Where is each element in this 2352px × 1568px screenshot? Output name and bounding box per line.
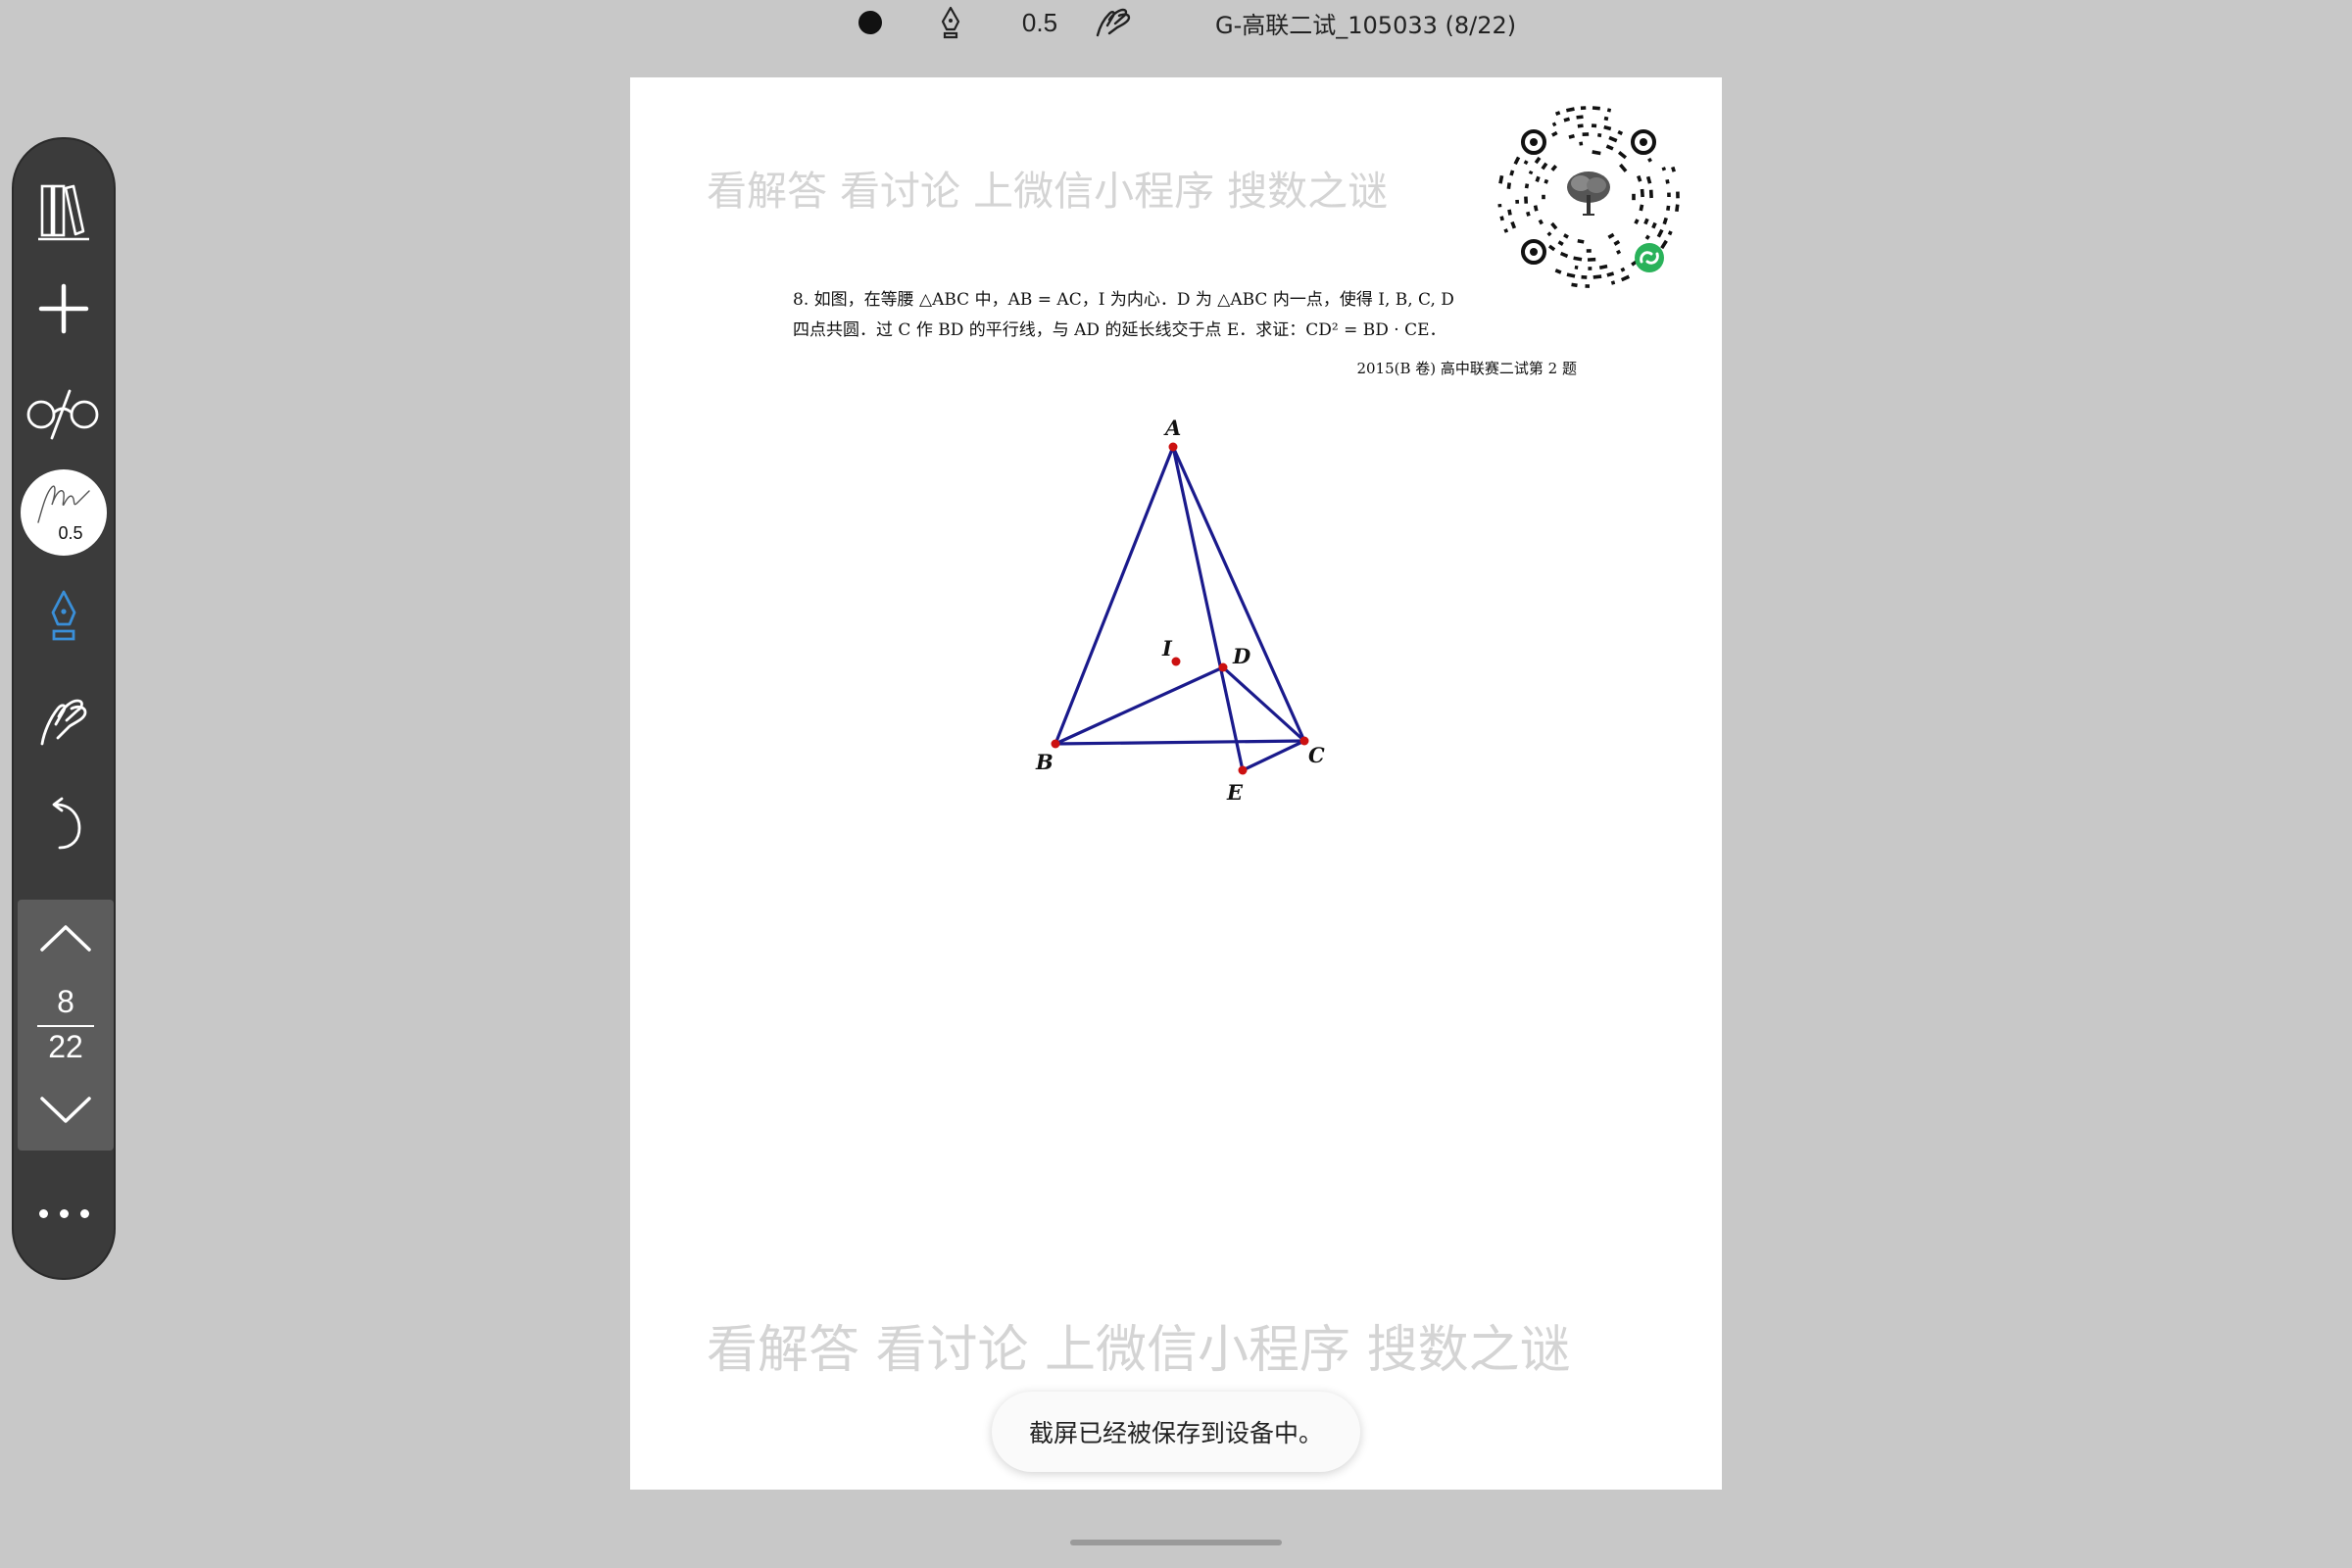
brush-size-button[interactable]: 0.5 (14, 468, 114, 557)
point-I (1171, 657, 1181, 666)
fountain-pen-icon (51, 590, 76, 641)
pen-button[interactable] (14, 572, 114, 661)
previous-page-button[interactable] (18, 909, 114, 966)
books-icon (38, 184, 89, 241)
more-options-button[interactable] (14, 1168, 114, 1256)
point-D (1218, 662, 1228, 672)
label-D: D (1232, 644, 1251, 668)
geometry-figure: A B C D E I (1035, 416, 1325, 805)
sidebar: 0.5 8 22 (12, 137, 116, 1280)
next-page-button[interactable] (18, 1082, 114, 1139)
toast-text: 截屏已经被保存到设备中。 (1028, 1419, 1323, 1447)
label-C: C (1308, 743, 1325, 767)
segment-AE (1171, 445, 1245, 772)
hand-draw-button[interactable] (14, 676, 114, 764)
home-indicator[interactable] (1070, 1540, 1282, 1545)
view-mode-button[interactable] (14, 368, 114, 457)
filled-circle-icon (858, 11, 882, 34)
hand-draw-icon (40, 699, 87, 746)
page-divider (37, 1025, 94, 1027)
hand-tool-button[interactable] (1092, 0, 1135, 45)
point-E (1238, 765, 1248, 775)
fountain-pen-icon (941, 6, 960, 39)
chevron-up-icon (40, 925, 91, 952)
add-button[interactable] (14, 265, 114, 353)
document-title: G-高联二试_105033 (8/22) (1215, 11, 1517, 39)
hand-draw-icon (1096, 8, 1131, 37)
label-A: A (1163, 416, 1181, 440)
label-E: E (1226, 780, 1244, 805)
label-I: I (1161, 636, 1173, 661)
undo-button[interactable] (14, 780, 114, 868)
screenshot-saved-toast: 截屏已经被保存到设备中。 (992, 1392, 1360, 1472)
stroke-size-value[interactable]: 0.5 (1005, 0, 1074, 45)
pen-tool-button[interactable] (933, 0, 968, 45)
signature-icon (37, 485, 90, 523)
segment-AC (1171, 445, 1306, 743)
plus-icon (38, 283, 89, 334)
top-toolbar: 0.5 G-高联二试_105033 (8/22) (0, 0, 2352, 49)
label-B: B (1035, 750, 1054, 774)
color-dot-button[interactable] (855, 0, 886, 45)
segment-EC (1241, 739, 1306, 772)
point-A (1168, 442, 1178, 452)
segment-BC (1054, 739, 1306, 746)
document-page[interactable]: 看解答 看讨论 上微信小程序 搜数之谜 8. 如图，在等腰 △ABC 中，AB … (630, 77, 1722, 1490)
undo-icon (52, 797, 81, 850)
chevron-down-icon (40, 1097, 91, 1123)
total-page-number: 22 (48, 1029, 83, 1064)
brush-size-value: 0.5 (58, 523, 83, 543)
point-B (1051, 739, 1060, 749)
library-button[interactable] (14, 167, 114, 255)
watermark-bottom: 看解答 看讨论 上微信小程序 搜数之谜 (707, 1321, 1571, 1380)
current-page-number: 8 (57, 984, 74, 1019)
more-dots-icon (33, 1203, 95, 1222)
page-navigator: 8 22 (18, 900, 114, 1151)
glasses-icon (26, 389, 99, 440)
